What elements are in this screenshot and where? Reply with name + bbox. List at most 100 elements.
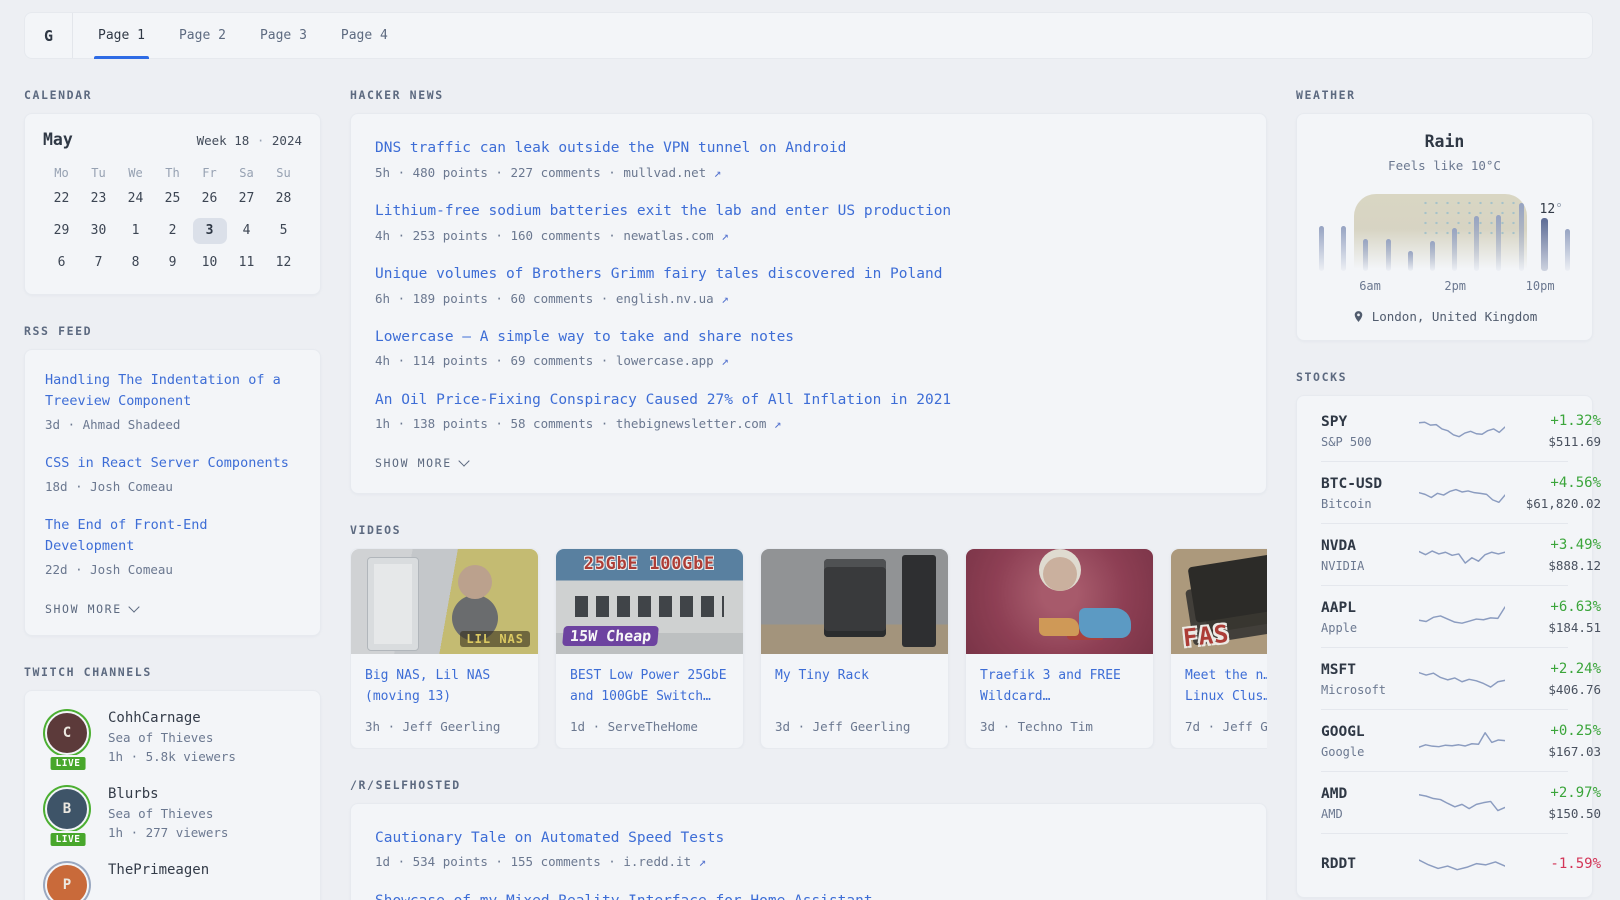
hn-story-link[interactable]: DNS traffic can leak outside the VPN tun…	[375, 138, 1242, 160]
hn-story-link[interactable]: Lowercase – A simple way to take and sha…	[375, 327, 1242, 349]
reddit-post-link[interactable]: Showcase of my Mixed Reality Interface f…	[375, 891, 1242, 900]
calendar-day: 10	[193, 250, 227, 276]
page-tab[interactable]: Page 2	[162, 13, 243, 58]
rss-item-link[interactable]: The End of Front-End Development	[45, 515, 300, 557]
calendar-day: 4	[230, 218, 264, 244]
calendar-day: 9	[156, 250, 190, 276]
stock-row[interactable]: AMD AMD +2.97% $150.50	[1321, 772, 1568, 834]
stock-row[interactable]: NVDA NVIDIA +3.49% $888.12	[1321, 524, 1568, 586]
rss-item: Handling The Indentation of a Treeview C…	[45, 370, 300, 434]
right-column: WEATHER Rain Feels like 10°C 12° 6am2pm1…	[1296, 59, 1593, 900]
stock-change: +0.25%	[1505, 723, 1601, 739]
videos-section-label: VIDEOS	[350, 523, 1267, 537]
stock-sparkline	[1419, 476, 1505, 510]
separator-dot: ·	[257, 133, 265, 148]
video-thumbnail[interactable]: FAS	[1171, 549, 1267, 654]
rss-show-more-button[interactable]: SHOW MORE	[45, 602, 138, 616]
external-link-icon: ↗	[714, 165, 722, 180]
page-tab[interactable]: Page 4	[324, 13, 405, 58]
reddit-post-link[interactable]: Cautionary Tale on Automated Speed Tests	[375, 828, 1242, 850]
rss-item-link[interactable]: Handling The Indentation of a Treeview C…	[45, 370, 300, 412]
video-thumbnail[interactable]: 25GbE 100GbE15W Cheap	[556, 549, 743, 654]
rss-item-meta: 22d · Josh Comeau	[45, 561, 300, 579]
stock-values: +2.97% $150.50	[1505, 785, 1601, 821]
twitch-channel-row[interactable]: P ThePrimeagen	[43, 861, 302, 900]
hn-show-more-button[interactable]: SHOW MORE	[375, 456, 468, 470]
weekday-label: We	[128, 166, 142, 180]
twitch-channel-row[interactable]: C LIVE CohhCarnage Sea of Thieves 1h · 5…	[43, 709, 302, 764]
hn-story-link[interactable]: An Oil Price-Fixing Conspiracy Caused 27…	[375, 390, 1242, 412]
weather-time-label: 6am	[1359, 279, 1381, 293]
video-title-link[interactable]: BEST Low Power 25GbE and 100GbE Switch…	[556, 654, 743, 706]
stock-identity: AAPL Apple	[1321, 600, 1419, 635]
weather-bar	[1496, 215, 1501, 271]
external-link-icon: ↗	[699, 854, 707, 869]
live-badge: LIVE	[49, 755, 88, 772]
video-thumbnail[interactable]	[761, 549, 948, 654]
page-tab[interactable]: Page 1	[81, 13, 162, 58]
weather-bars	[1317, 199, 1572, 271]
selfhosted-widget: Cautionary Tale on Automated Speed Tests…	[350, 803, 1267, 900]
stock-price: $184.51	[1505, 620, 1601, 635]
hn-source-link[interactable]: english.nv.ua	[616, 291, 714, 306]
rss-section-label: RSS FEED	[24, 324, 321, 338]
stock-values: +3.49% $888.12	[1505, 537, 1601, 573]
page-tab[interactable]: Page 3	[243, 13, 324, 58]
twitch-viewers: 1h · 5.8k viewers	[108, 749, 236, 764]
hn-story-link[interactable]: Unique volumes of Brothers Grimm fairy t…	[375, 264, 1242, 286]
rss-item-link[interactable]: CSS in React Server Components	[45, 453, 300, 474]
stock-price: $406.76	[1505, 682, 1601, 697]
weather-bar	[1474, 216, 1479, 271]
stock-sparkline-box	[1419, 476, 1505, 510]
video-title-link[interactable]: Traefik 3 and FREE Wildcard…	[966, 654, 1153, 706]
stock-row[interactable]: BTC-USD Bitcoin +4.56% $61,820.02	[1321, 462, 1568, 524]
calendar-weekday-row: MoTuWeThFrSaSu	[43, 166, 302, 186]
stock-symbol: GOOGL	[1321, 724, 1419, 740]
reddit-source-link[interactable]: i.redd.it	[623, 854, 691, 869]
stock-name: Google	[1321, 745, 1419, 759]
hn-source-link[interactable]: newatlas.com	[623, 228, 713, 243]
weekday-label: Sa	[239, 166, 253, 180]
twitch-channel-row[interactable]: B LIVE Blurbs Sea of Thieves 1h · 277 vi…	[43, 785, 302, 840]
stock-row[interactable]: RDDT -1.59%	[1321, 834, 1568, 893]
video-title-link[interactable]: My Tiny Rack	[761, 654, 948, 686]
stock-row[interactable]: GOOGL Google +0.25% $167.03	[1321, 710, 1568, 772]
stock-row[interactable]: MSFT Microsoft +2.24% $406.76	[1321, 648, 1568, 710]
reddit-post-meta: 1d · 534 points · 155 comments · i.redd.…	[375, 853, 1242, 871]
middle-column: HACKER NEWS DNS traffic can leak outside…	[350, 59, 1267, 900]
hn-story-link[interactable]: Lithium-free sodium batteries exit the l…	[375, 201, 1242, 223]
stock-change: +2.24%	[1505, 661, 1601, 677]
weather-hourly-chart: 12°	[1317, 199, 1572, 271]
video-title-link[interactable]: Big NAS, Lil NAS (moving 13)	[351, 654, 538, 706]
hn-source-link[interactable]: lowercase.app	[616, 353, 714, 368]
twitch-avatar-wrap: C LIVE	[43, 709, 93, 764]
video-card: LIL NAS Big NAS, Lil NAS (moving 13) 3h …	[350, 548, 539, 748]
external-link-icon: ↗	[721, 353, 729, 368]
rss-item: CSS in React Server Components 18d · Jos…	[45, 453, 300, 496]
rss-item: The End of Front-End Development 22d · J…	[45, 515, 300, 579]
video-thumbnail[interactable]: LIL NAS	[351, 549, 538, 654]
stock-row[interactable]: AAPL Apple +6.63% $184.51	[1321, 586, 1568, 648]
twitch-avatar-wrap: B LIVE	[43, 785, 93, 840]
hn-source-link[interactable]: thebignewsletter.com	[616, 416, 767, 431]
hn-source-link[interactable]: mullvad.net	[623, 165, 706, 180]
stock-identity: AMD AMD	[1321, 786, 1419, 821]
weather-location: London, United Kingdom	[1317, 309, 1572, 324]
video-thumbnail[interactable]	[966, 549, 1153, 654]
external-link-icon: ↗	[721, 291, 729, 306]
stocks-section-label: STOCKS	[1296, 370, 1593, 384]
stock-values: +1.32% $511.69	[1505, 413, 1601, 449]
avatar: B	[45, 787, 89, 831]
stock-values: -1.59%	[1505, 856, 1601, 872]
calendar-section-label: CALENDAR	[24, 88, 321, 102]
weather-widget: Rain Feels like 10°C 12° 6am2pm10pm	[1296, 113, 1593, 341]
calendar-day: 29	[45, 218, 79, 244]
left-column: CALENDAR May Week 18 · 2024 MoTuWeThFrSa…	[24, 59, 321, 900]
video-title-link[interactable]: Meet the n… Linux Clus…	[1171, 654, 1267, 706]
stock-name: NVIDIA	[1321, 559, 1419, 573]
twitch-section-label: TWITCH CHANNELS	[24, 665, 321, 679]
avatar: P	[45, 863, 89, 900]
app-logo[interactable]: G	[25, 13, 73, 58]
stock-sparkline	[1419, 724, 1505, 758]
stock-row[interactable]: SPY S&P 500 +1.32% $511.69	[1321, 400, 1568, 462]
